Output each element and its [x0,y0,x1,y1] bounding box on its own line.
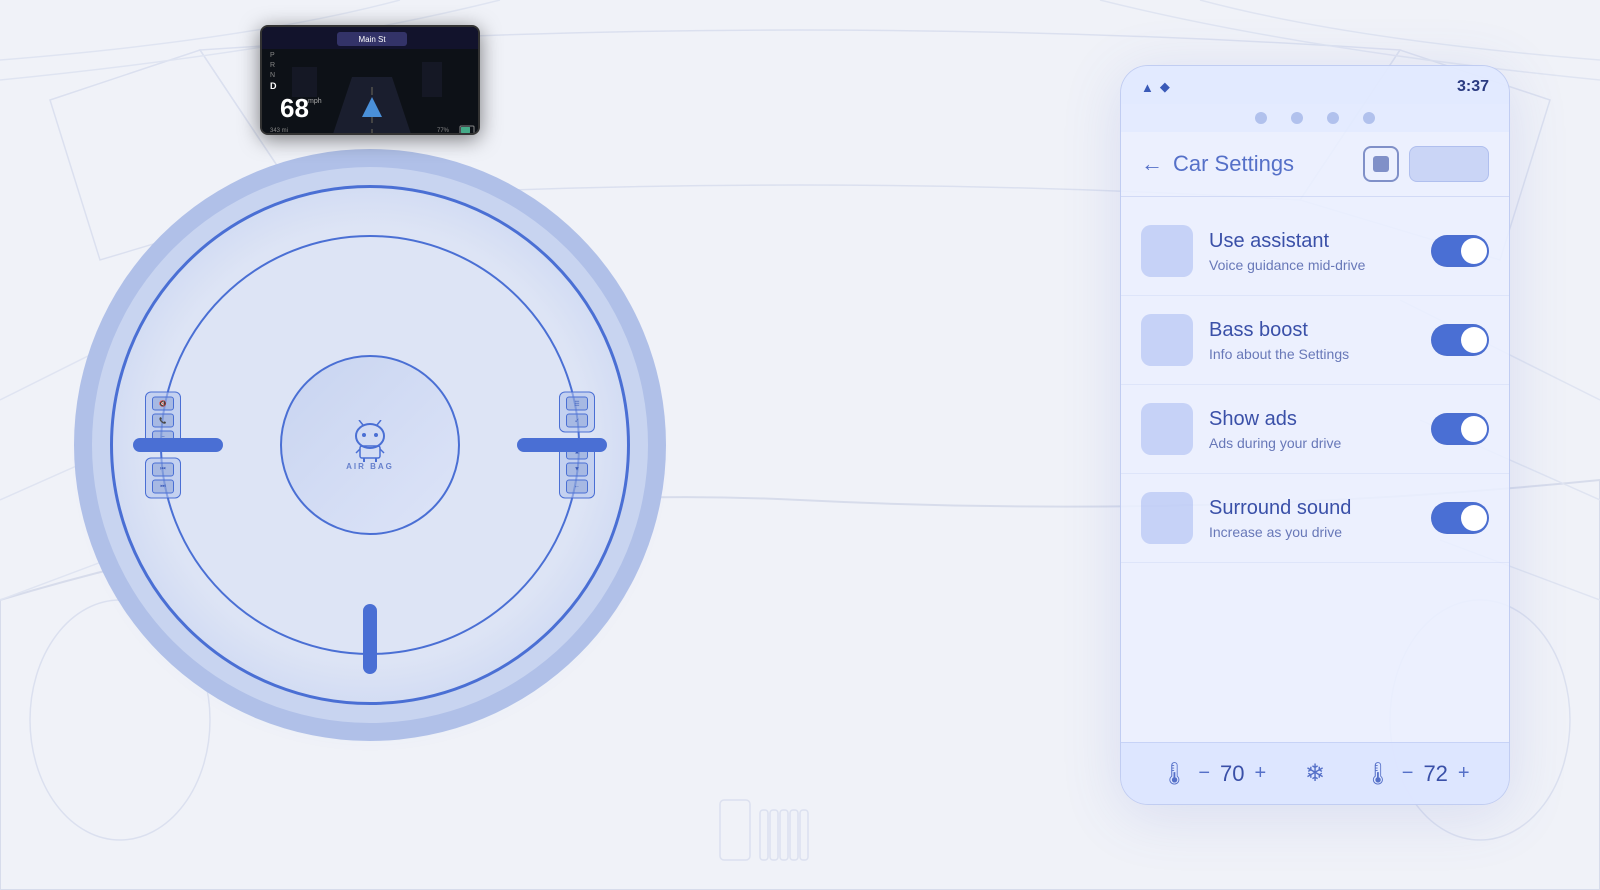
status-bar: ▲ ◆ 3:37 [1121,66,1509,104]
setting-title-surround-sound: Surround sound [1209,497,1415,520]
climate-right-icon: 🌡 [1364,761,1392,787]
setting-icon-use-assistant [1141,225,1193,277]
settings-list: Use assistant Voice guidance mid-drive B… [1121,197,1509,742]
steering-hub: AIR BAG [280,355,460,535]
nav-dot-1 [1255,112,1267,124]
toggle-show-ads[interactable] [1431,413,1489,445]
climate-right-minus[interactable]: − [1402,762,1414,785]
svg-text:Main St: Main St [358,35,386,44]
android-icon [346,420,394,462]
setting-desc-show-ads: Ads during your drive [1209,435,1415,451]
svg-text:R: R [270,62,275,69]
sw-btn-down[interactable]: ▼ [566,463,588,477]
phone-mount: Main St 68 mph P R N D 343 mi 77% [260,25,480,135]
spoke-right [517,438,607,452]
setting-text-surround-sound: Surround sound Increase as you drive [1209,497,1415,540]
wifi-icon: ◆ [1160,79,1170,95]
setting-text-bass-boost: Bass boost Info about the Settings [1209,319,1415,362]
nav-dot-3 [1327,112,1339,124]
climate-left-value: 70 [1220,761,1244,787]
svg-text:P: P [270,52,275,59]
toggle-knob-surround-sound [1461,505,1487,531]
sw-btn-phone[interactable]: 📞 [152,414,174,428]
setting-text-use-assistant: Use assistant Voice guidance mid-drive [1209,230,1415,273]
nav-dot-2 [1291,112,1303,124]
spoke-bottom [363,604,377,674]
climate-left-plus[interactable]: + [1254,762,1266,785]
toggle-bass-boost[interactable] [1431,324,1489,356]
steering-section: Main St 68 mph P R N D 343 mi 77% [80,55,660,835]
setting-title-show-ads: Show ads [1209,408,1415,431]
svg-text:343 mi: 343 mi [270,128,288,134]
setting-icon-show-ads [1141,403,1193,455]
climate-left-icon: 🌡 [1160,761,1188,787]
climate-bar: 🌡 − 70 + ❄ 🌡 − 72 + [1121,742,1509,804]
toggle-knob-use-assistant [1461,238,1487,264]
spoke-left [133,438,223,452]
status-time: 3:37 [1457,78,1489,96]
phone-map: Main St 68 mph P R N D 343 mi 77% [262,27,478,133]
svg-text:N: N [270,72,275,79]
setting-title-use-assistant: Use assistant [1209,230,1415,253]
menu-button[interactable] [1409,146,1489,182]
svg-text:mph: mph [308,98,322,105]
back-button[interactable]: ← Car Settings [1141,151,1294,177]
nav-dots [1121,104,1509,132]
toggle-use-assistant[interactable] [1431,235,1489,267]
fan-icon: ❄ [1305,759,1325,788]
sw-btn-back[interactable]: ← [566,480,588,494]
setting-text-show-ads: Show ads Ads during your drive [1209,408,1415,451]
signal-icon: ▲ [1141,80,1154,95]
climate-left: 🌡 − 70 + [1160,761,1266,787]
status-icons: ▲ ◆ [1141,79,1170,95]
toggle-knob-bass-boost [1461,327,1487,353]
header-actions [1363,146,1489,182]
svg-text:D: D [270,81,277,91]
climate-left-minus[interactable]: − [1198,762,1210,785]
svg-text:68: 68 [280,93,309,123]
airbag-label: AIR BAG [346,462,394,471]
climate-right-plus[interactable]: + [1458,762,1470,785]
sw-btn-next[interactable]: ⏭ [152,480,174,494]
setting-desc-use-assistant: Voice guidance mid-drive [1209,257,1415,273]
header-title: Car Settings [1173,151,1294,177]
climate-right: 🌡 − 72 + [1364,761,1470,787]
setting-item-use-assistant: Use assistant Voice guidance mid-drive [1121,207,1509,296]
toggle-knob-show-ads [1461,416,1487,442]
panel-header: ← Car Settings [1121,132,1509,197]
steering-wheel: AIR BAG 🔇 📞 − ⏮ ⏭ ☰ ✓ [110,185,630,705]
setting-item-surround-sound: Surround sound Increase as you drive [1121,474,1509,563]
sw-btn-mute[interactable]: 🔇 [152,397,174,411]
stop-button[interactable] [1363,146,1399,182]
toggle-surround-sound[interactable] [1431,502,1489,534]
sw-btn-check[interactable]: ✓ [566,414,588,428]
setting-desc-surround-sound: Increase as you drive [1209,524,1415,540]
setting-icon-bass-boost [1141,314,1193,366]
svg-text:77%: 77% [437,128,450,134]
back-arrow-icon: ← [1141,151,1163,177]
phone-panel: ▲ ◆ 3:37 ← Car Settings [1120,65,1510,805]
nav-dot-4 [1363,112,1375,124]
stop-icon [1373,156,1389,172]
climate-right-value: 72 [1423,761,1447,787]
setting-desc-bass-boost: Info about the Settings [1209,346,1415,362]
sw-btn-menu[interactable]: ☰ [566,397,588,411]
main-container: Main St 68 mph P R N D 343 mi 77% [0,0,1600,890]
settings-section: ▲ ◆ 3:37 ← Car Settings [1120,65,1520,825]
sw-btn-prev[interactable]: ⏮ [152,463,174,477]
setting-icon-surround-sound [1141,492,1193,544]
setting-item-bass-boost: Bass boost Info about the Settings [1121,296,1509,385]
phone-screen: Main St 68 mph P R N D 343 mi 77% [260,25,480,135]
setting-title-bass-boost: Bass boost [1209,319,1415,342]
setting-item-show-ads: Show ads Ads during your drive [1121,385,1509,474]
